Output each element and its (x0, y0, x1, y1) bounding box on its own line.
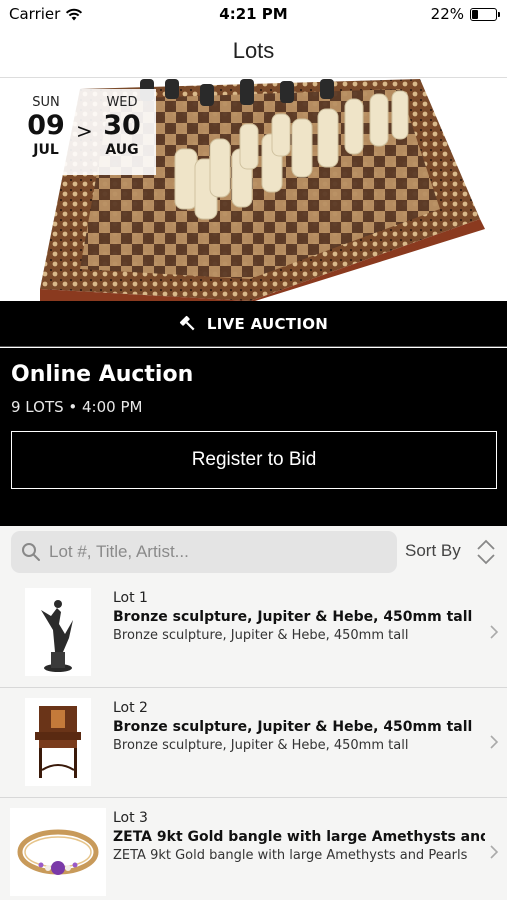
lot-title: ZETA 9kt Gold bangle with large Amethyst… (113, 829, 485, 845)
lot-thumbnail-bronze-sculpture (25, 588, 91, 676)
auction-name: Online Auction (11, 362, 194, 387)
register-to-bid-button[interactable]: Register to Bid (11, 431, 497, 489)
start-month: JUL (33, 142, 59, 158)
lot-description: Bronze sculpture, Jupiter & Hebe, 450mm … (113, 628, 409, 643)
gavel-icon (179, 315, 195, 330)
lot-details: Lot 1 Bronze sculpture, Jupiter & Hebe, … (113, 590, 485, 643)
lot-thumbnail-writing-desk (25, 698, 91, 786)
live-auction-banner: LIVE AUCTION (0, 301, 507, 347)
auction-info: Online Auction 9 LOTS • 4:00 PM Register… (0, 348, 507, 526)
battery-status: 22% (430, 5, 500, 23)
lot-row[interactable]: Lot 3 ZETA 9kt Gold bangle with large Am… (0, 798, 507, 900)
start-day: 09 (27, 110, 65, 141)
lot-row[interactable]: Lot 2 Bronze sculpture, Jupiter & Hebe, … (0, 688, 507, 798)
sort-by-button[interactable]: Sort By (405, 541, 461, 561)
chevron-right-icon (490, 735, 499, 749)
lot-number: Lot 2 (113, 700, 148, 716)
search-sort-bar: Lot #, Title, Artist... Sort By (0, 526, 507, 578)
end-date: WED 30 AUG (94, 95, 150, 158)
end-day: 30 (103, 110, 141, 141)
end-month: AUG (105, 142, 139, 158)
lot-details: Lot 3 ZETA 9kt Gold bangle with large Am… (113, 810, 485, 863)
start-date: SUN 09 JUL (18, 95, 74, 158)
lot-details: Lot 2 Bronze sculpture, Jupiter & Hebe, … (113, 700, 485, 753)
auction-date-range: SUN 09 JUL > WED 30 AUG (14, 89, 156, 175)
chevron-right-icon (490, 845, 499, 859)
search-input[interactable]: Lot #, Title, Artist... (11, 531, 397, 573)
search-icon (22, 543, 40, 561)
page-title: Lots (232, 38, 275, 63)
search-placeholder: Lot #, Title, Artist... (49, 542, 189, 561)
lot-description: Bronze sculpture, Jupiter & Hebe, 450mm … (113, 738, 409, 753)
auction-hero-image: SUN 09 JUL > WED 30 AUG (0, 79, 507, 301)
lot-title: Bronze sculpture, Jupiter & Hebe, 450mm … (113, 609, 473, 625)
status-bar: Carrier 4:21 PM 22% (0, 0, 507, 28)
lot-description: ZETA 9kt Gold bangle with large Amethyst… (113, 848, 468, 863)
lot-number: Lot 1 (113, 590, 148, 606)
chevron-right-icon (490, 625, 499, 639)
auction-meta: 9 LOTS • 4:00 PM (11, 398, 143, 416)
date-arrow: > (76, 119, 93, 143)
lot-title: Bronze sculpture, Jupiter & Hebe, 450mm … (113, 719, 473, 735)
lot-thumbnail-gold-bangle (10, 808, 106, 896)
lot-number: Lot 3 (113, 810, 148, 826)
start-weekday: SUN (32, 95, 60, 110)
end-weekday: WED (106, 95, 138, 110)
lot-list: Lot 1 Bronze sculpture, Jupiter & Hebe, … (0, 578, 507, 900)
navigation-bar: Lots (0, 28, 507, 78)
live-auction-label: LIVE AUCTION (206, 314, 329, 333)
lot-row[interactable]: Lot 1 Bronze sculpture, Jupiter & Hebe, … (0, 578, 507, 688)
battery-icon (470, 7, 500, 21)
sort-icon[interactable] (474, 538, 498, 566)
battery-percent: 22% (430, 5, 464, 23)
